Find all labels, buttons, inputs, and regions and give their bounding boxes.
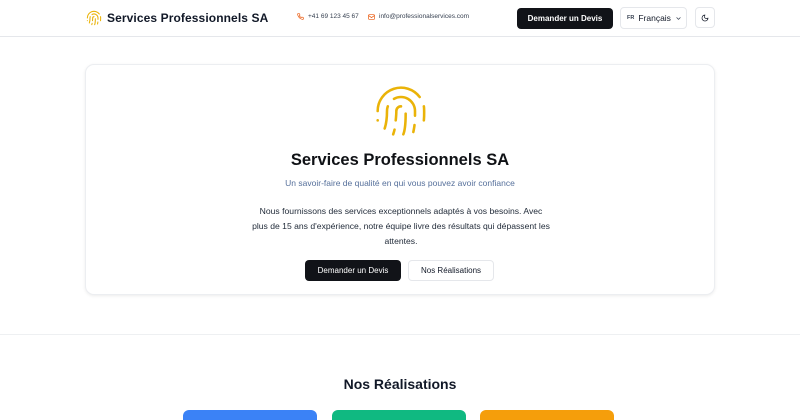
brand[interactable]: Services Professionnels SA <box>86 8 268 28</box>
contact-phone[interactable]: +41 69 123 45 67 <box>297 13 359 20</box>
header-quote-button[interactable]: Demander un Devis <box>517 8 613 29</box>
chevron-down-icon <box>676 16 681 20</box>
email-address: info@professionalservices.com <box>379 13 470 20</box>
hero-card: Services Professionnels SA Un savoir-fai… <box>85 64 715 295</box>
our-work-button[interactable]: Nos Réalisations <box>408 260 494 281</box>
realisations-title: Nos Réalisations <box>343 376 457 392</box>
hero-description: Nous fournissons des services exceptionn… <box>252 206 550 246</box>
language-select[interactable]: FR Français <box>620 7 687 29</box>
theme-toggle-button[interactable] <box>695 7 715 28</box>
language-code: FR <box>627 15 635 21</box>
section-divider <box>0 334 800 335</box>
fingerprint-icon <box>376 86 426 136</box>
hero-subtitle: Un savoir-faire de qualité en qui vous p… <box>285 178 515 188</box>
hero-title: Services Professionnels SA <box>290 151 510 169</box>
brand-name: Services Professionnels SA <box>107 11 269 25</box>
site-header: Services Professionnels SA +41 69 123 45… <box>0 0 800 37</box>
request-quote-button[interactable]: Demander un Devis <box>305 260 401 281</box>
mail-icon <box>368 13 375 20</box>
project-card[interactable] <box>183 410 317 420</box>
phone-icon <box>297 13 304 20</box>
phone-number: +41 69 123 45 67 <box>308 13 359 20</box>
project-card[interactable] <box>480 410 614 420</box>
fingerprint-icon <box>86 8 102 28</box>
project-card[interactable] <box>332 410 466 420</box>
contact-email[interactable]: info@professionalservices.com <box>368 13 469 20</box>
moon-icon <box>701 14 709 21</box>
language-name: Français <box>638 13 671 23</box>
